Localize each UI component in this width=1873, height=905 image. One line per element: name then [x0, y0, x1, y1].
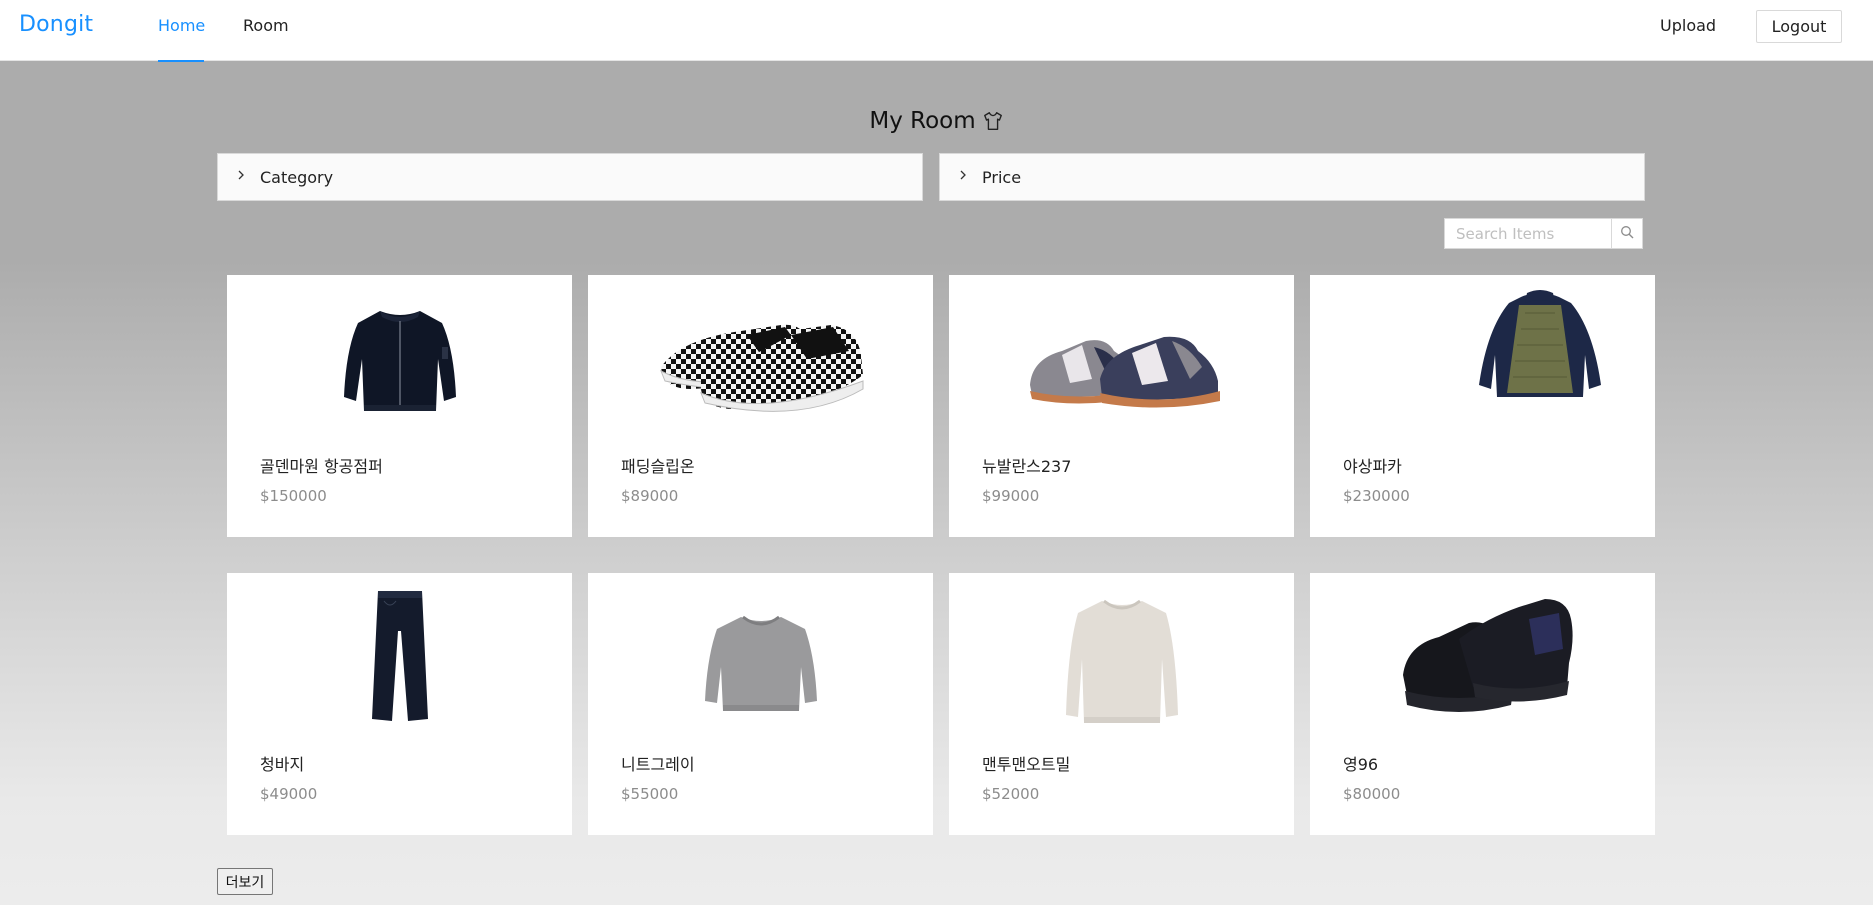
product-card[interactable]: 패딩슬립온 $89000: [588, 275, 933, 537]
shirt-icon: [982, 110, 1004, 132]
price-filter-panel[interactable]: Price: [939, 153, 1645, 201]
product-card[interactable]: 영96 $80000: [1310, 573, 1655, 835]
page-title-text: My Room: [869, 108, 976, 134]
product-image[interactable]: [588, 289, 933, 429]
page-title: My Room: [0, 108, 1873, 134]
product-price: $230000: [1343, 487, 1410, 505]
chevron-right-icon: [958, 169, 968, 185]
product-price: $55000: [621, 785, 679, 803]
product-price: $99000: [982, 487, 1040, 505]
product-price: $52000: [982, 785, 1040, 803]
product-image[interactable]: [227, 587, 572, 727]
search-input[interactable]: [1445, 219, 1611, 248]
top-navbar: Dongit Home Room Upload Logout: [0, 0, 1873, 62]
product-image[interactable]: [1310, 289, 1655, 429]
product-image[interactable]: [227, 289, 572, 429]
product-card[interactable]: 맨투맨오트밀 $52000: [949, 573, 1294, 835]
brand-logo[interactable]: Dongit: [19, 12, 93, 37]
logout-button[interactable]: Logout: [1756, 10, 1842, 43]
search-box: [1444, 218, 1643, 249]
chevron-right-icon: [236, 169, 246, 185]
nav-room-link[interactable]: Room: [243, 16, 289, 61]
price-filter-label: Price: [982, 167, 1022, 187]
product-card[interactable]: 골덴마원 항공점퍼 $150000: [227, 275, 572, 537]
product-name[interactable]: 영96: [1343, 751, 1378, 775]
product-name[interactable]: 뉴발란스237: [982, 453, 1071, 477]
product-image[interactable]: [949, 289, 1294, 429]
nav-upload-link[interactable]: Upload: [1660, 16, 1716, 61]
product-price: $150000: [260, 487, 327, 505]
product-card[interactable]: 니트그레이 $55000: [588, 573, 933, 835]
product-name[interactable]: 청바지: [260, 751, 304, 775]
product-card[interactable]: 야상파카 $230000: [1310, 275, 1655, 537]
product-image[interactable]: [588, 587, 933, 727]
product-name[interactable]: 니트그레이: [621, 751, 695, 775]
product-card[interactable]: 뉴발란스237 $99000: [949, 275, 1294, 537]
product-image[interactable]: [949, 587, 1294, 727]
product-price: $80000: [1343, 785, 1401, 803]
product-price: $49000: [260, 785, 318, 803]
category-filter-label: Category: [260, 167, 334, 187]
search-button[interactable]: [1611, 219, 1642, 248]
category-filter-panel[interactable]: Category: [217, 153, 923, 201]
product-name[interactable]: 패딩슬립온: [621, 453, 695, 477]
search-icon: [1620, 224, 1634, 243]
product-name[interactable]: 야상파카: [1343, 453, 1402, 477]
nav-home-link[interactable]: Home: [158, 16, 205, 62]
product-card[interactable]: 청바지 $49000: [227, 573, 572, 835]
product-name[interactable]: 맨투맨오트밀: [982, 751, 1070, 775]
product-price: $89000: [621, 487, 679, 505]
load-more-button[interactable]: 더보기: [217, 868, 273, 895]
product-image[interactable]: [1310, 579, 1655, 719]
product-name[interactable]: 골덴마원 항공점퍼: [260, 453, 383, 477]
